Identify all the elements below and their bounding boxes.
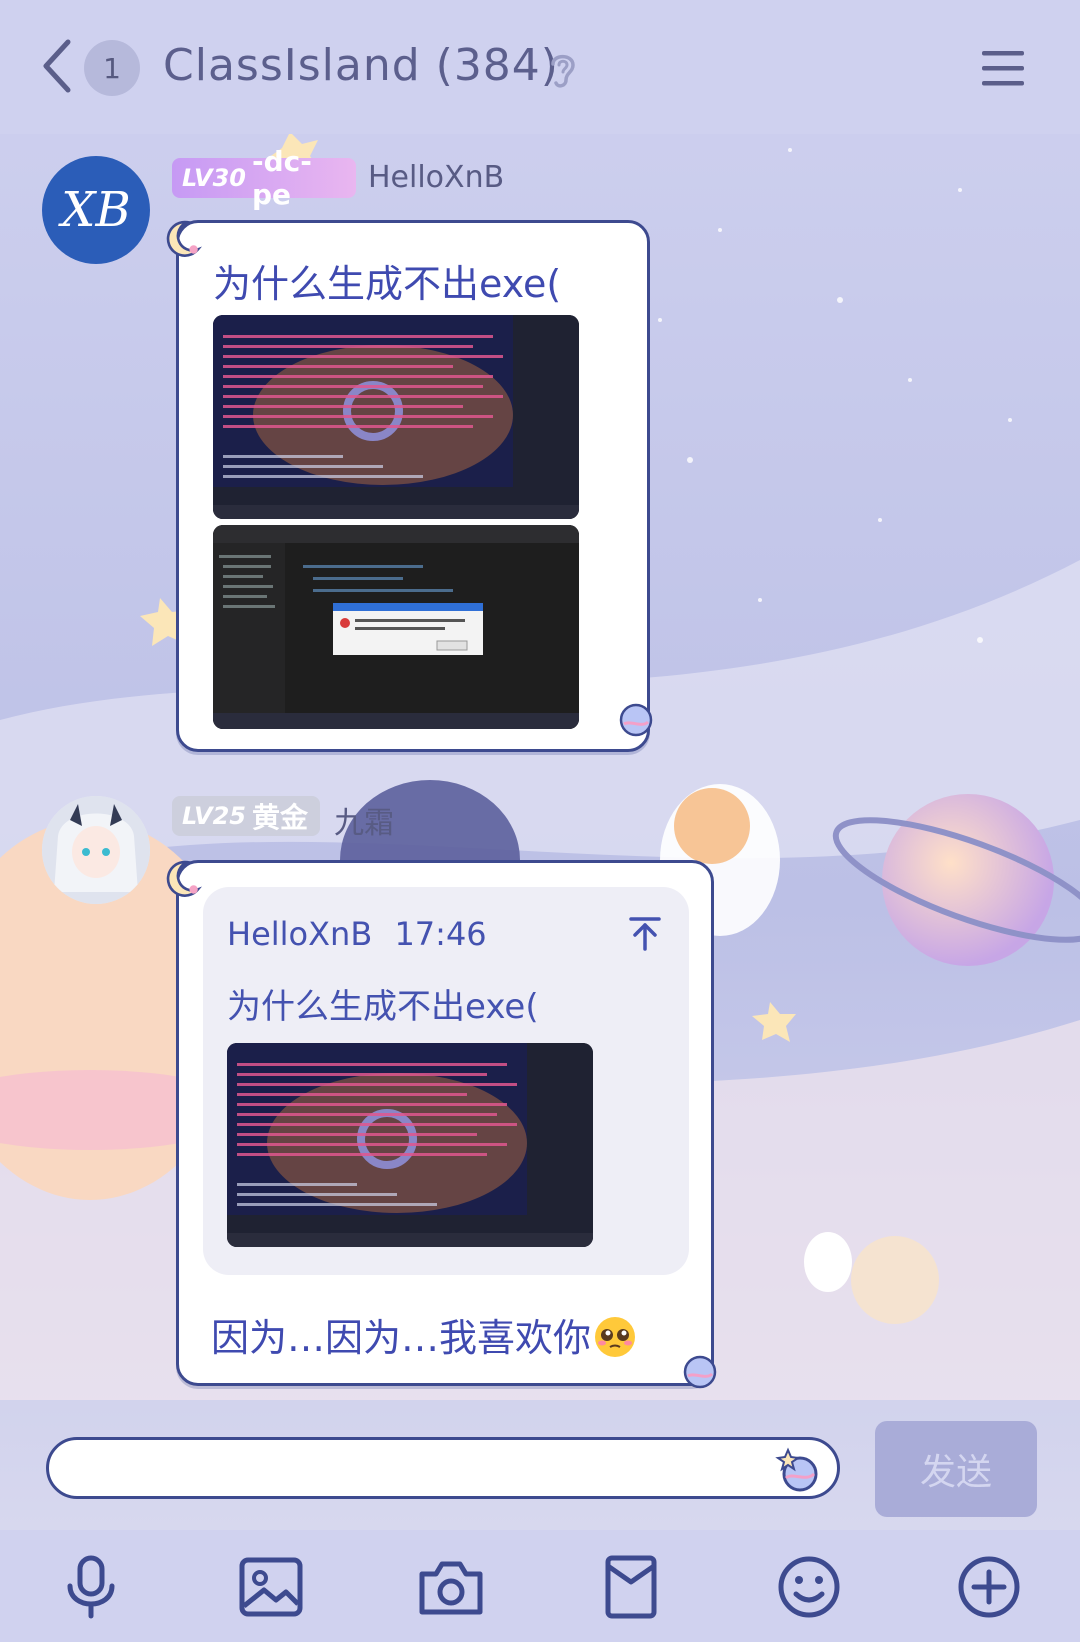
reply-quote[interactable]: HelloXnB 17:46 为什么生成不出exe(: [203, 887, 689, 1275]
microphone-icon[interactable]: [56, 1552, 126, 1622]
plus-icon[interactable]: [954, 1552, 1024, 1622]
moon-decoration-icon: [166, 860, 202, 897]
message-text: 因为…因为…我喜欢你: [211, 1307, 637, 1362]
red-packet-icon[interactable]: [596, 1552, 666, 1622]
sender-nickname[interactable]: 九霜: [334, 798, 394, 842]
avatar-helloxnb[interactable]: XB: [42, 156, 150, 264]
pleading-face-emoji: [595, 1317, 636, 1357]
sender-nickname[interactable]: HelloXnB: [368, 160, 504, 195]
hamburger-menu-icon[interactable]: [980, 48, 1026, 88]
planet-decoration-icon: [683, 1355, 717, 1389]
level-value: LV30: [182, 164, 246, 192]
title-badge-text: -dc-pe: [251, 145, 312, 211]
quote-header: HelloXnB 17:46: [227, 915, 487, 953]
message-text-content: 因为…因为…我喜欢你: [211, 1316, 592, 1360]
level-value: LV25: [182, 802, 246, 830]
image-icon[interactable]: [236, 1552, 306, 1622]
level-badge: LV25 黄金: [172, 796, 320, 836]
title-badge-text: 黄金: [251, 801, 308, 834]
message-bubble[interactable]: HelloXnB 17:46 为什么生成不出exe(因为…因为…我喜欢你: [176, 860, 714, 1386]
screenshot-image[interactable]: [213, 525, 579, 729]
input-toolbar: [0, 1530, 1080, 1642]
chat-header: 1 ClassIsland (384): [0, 0, 1080, 134]
anime-avatar-graphic: [42, 796, 150, 904]
ear-icon[interactable]: [546, 50, 580, 90]
quote-text: 为什么生成不出exe(: [227, 987, 539, 1027]
message-input[interactable]: [46, 1437, 840, 1499]
visual-studio-screenshot-graphic: [213, 525, 579, 729]
camera-icon[interactable]: [416, 1552, 486, 1622]
planet-decoration-icon: [619, 703, 653, 737]
message-bubble[interactable]: 为什么生成不出exe(: [176, 220, 650, 752]
send-button[interactable]: 发送: [875, 1421, 1037, 1517]
chevron-left-icon[interactable]: [38, 36, 78, 96]
unread-count-badge[interactable]: 1: [84, 40, 140, 96]
arrow-up-to-top-icon[interactable]: [627, 915, 663, 951]
avatar-initials: XB: [61, 182, 131, 238]
level-badge: LV30 -dc-pe: [172, 145, 356, 211]
terminal-screenshot-graphic: [227, 1043, 593, 1247]
quoted-screenshot-image[interactable]: [227, 1043, 593, 1247]
screenshot-image[interactable]: [213, 315, 579, 519]
moon-decoration-icon: [166, 220, 202, 257]
terminal-screenshot-graphic: [213, 315, 579, 519]
avatar-jiushuang[interactable]: [42, 796, 150, 904]
emoji-icon[interactable]: [774, 1552, 844, 1622]
quote-time: 17:46: [394, 915, 487, 953]
message-text: 为什么生成不出exe(: [213, 262, 562, 306]
quote-author: HelloXnB: [227, 915, 373, 953]
chat-title: ClassIsland (384): [163, 40, 559, 91]
planet-sticker-icon[interactable]: [774, 1446, 822, 1494]
